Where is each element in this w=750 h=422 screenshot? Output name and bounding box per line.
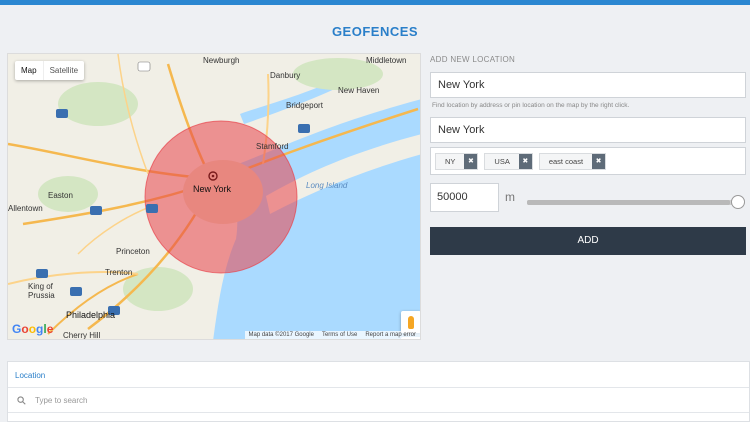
radius-unit-label: m bbox=[505, 190, 515, 204]
search-icon bbox=[17, 395, 26, 405]
street-view-pegman-icon[interactable] bbox=[401, 311, 420, 333]
google-logo[interactable]: Google bbox=[12, 322, 53, 336]
location-hint-text: Find location by address or pin location… bbox=[432, 102, 630, 109]
radius-slider-fill bbox=[527, 200, 731, 205]
terms-of-use-link[interactable]: Terms of Use bbox=[322, 332, 357, 338]
radius-slider-handle[interactable] bbox=[731, 195, 745, 209]
search-input[interactable]: Type to search bbox=[35, 396, 87, 405]
tag-label: NY bbox=[445, 156, 456, 166]
remove-tag-icon[interactable]: ✖ bbox=[518, 153, 532, 169]
tag-chip: USA ✖ bbox=[484, 152, 533, 170]
remove-tag-icon[interactable]: ✖ bbox=[464, 153, 478, 169]
map-label-easton: Easton bbox=[48, 191, 73, 200]
map-label-bridgeport: Bridgeport bbox=[286, 101, 323, 110]
add-location-panel: ADD NEW LOCATION New York Find location … bbox=[430, 55, 746, 255]
tag-chip: east coast ✖ bbox=[538, 152, 607, 170]
map-view[interactable]: Newburgh Danbury Middletown New Haven Br… bbox=[7, 53, 421, 340]
map-label-long-island: Long Island bbox=[306, 181, 348, 190]
add-location-button[interactable]: ADD bbox=[430, 227, 746, 255]
map-label-stamford: Stamford bbox=[256, 142, 289, 151]
page-title: GEOFENCES bbox=[331, 24, 419, 39]
map-label-cherry-hill: Cherry Hill bbox=[63, 331, 101, 340]
map-label-new-york: New York bbox=[193, 184, 232, 194]
tag-label: USA bbox=[494, 156, 510, 166]
location-name-input[interactable]: New York bbox=[430, 72, 746, 98]
radius-slider-track[interactable] bbox=[527, 200, 741, 205]
map-type-satellite-button[interactable]: Satellite bbox=[42, 61, 84, 80]
map-label-newburgh: Newburgh bbox=[203, 56, 240, 65]
locations-table: Location Type to search bbox=[7, 361, 750, 422]
tag-chip: NY ✖ bbox=[435, 152, 479, 170]
map-label-princeton: Princeton bbox=[116, 247, 150, 256]
top-accent-bar bbox=[0, 0, 750, 5]
tags-input[interactable]: NY ✖ USA ✖ east coast ✖ bbox=[430, 147, 746, 175]
map-data-credit: Map data ©2017 Google bbox=[248, 332, 314, 338]
address-input[interactable]: New York bbox=[430, 117, 746, 143]
search-row[interactable]: Type to search bbox=[8, 388, 749, 413]
remove-tag-icon[interactable]: ✖ bbox=[592, 153, 606, 169]
map-label-philadelphia: Philadelphia bbox=[66, 310, 116, 320]
section-label: ADD NEW LOCATION bbox=[430, 55, 516, 64]
radius-input[interactable]: 50000 bbox=[430, 183, 499, 212]
map-label-new-haven: New Haven bbox=[338, 86, 380, 95]
map-label-trenton: Trenton bbox=[105, 268, 133, 277]
tag-label: east coast bbox=[548, 156, 584, 166]
column-header-location[interactable]: Location bbox=[8, 362, 749, 388]
map-type-map-button[interactable]: Map bbox=[15, 61, 43, 80]
map-label-allentown: Allentown bbox=[8, 204, 43, 213]
map-label-danbury: Danbury bbox=[270, 71, 301, 80]
map-label-middletown: Middletown bbox=[366, 56, 407, 65]
map-type-control[interactable]: Map Satellite bbox=[15, 61, 85, 80]
report-map-error-link[interactable]: Report a map error bbox=[365, 332, 416, 338]
map-attribution: Map data ©2017 Google Terms of Use Repor… bbox=[244, 331, 420, 339]
map-label-king-of-prussia: King of Prussia bbox=[28, 282, 55, 300]
